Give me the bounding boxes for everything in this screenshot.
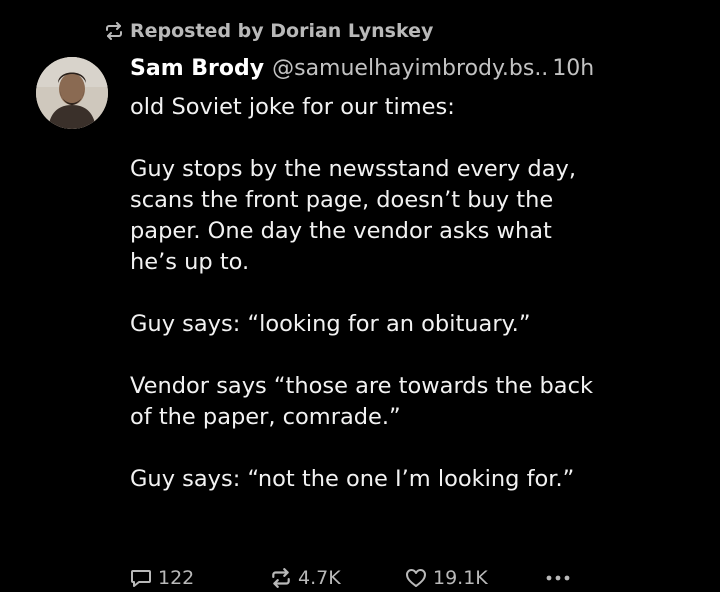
post-line: scans the front page, doesn’t buy the [130,187,554,213]
post-line: Vendor says “those are towards the back [130,373,593,399]
heart-icon [405,568,427,588]
post-paragraph: Guy stops by the newsstand every day, sc… [130,154,710,278]
post-header: Sam Brody @samuelhayimbrody.bs.. 10h [130,56,594,88]
post-line: Guy says: “not the one I’m looking for.” [130,466,575,492]
more-options-button[interactable] [545,574,571,582]
author-name[interactable]: Sam Brody [130,56,264,81]
reply-count: 122 [158,567,195,589]
post-line: Guy says: “looking for an obituary.” [130,311,531,337]
avatar[interactable] [36,57,108,129]
post-line: paper. One day the vendor asks what [130,218,552,244]
like-count: 19.1K [433,567,488,589]
post-paragraph: Guy says: “not the one I’m looking for.” [130,464,710,495]
repost-icon [270,568,292,588]
post-line: of the paper, comrade.” [130,404,401,430]
repost-label[interactable]: Reposted by Dorian Lynskey [130,20,433,42]
repost-indicator[interactable]: Reposted by Dorian Lynskey [104,18,433,44]
more-icon [545,574,571,582]
reply-icon [130,568,152,588]
post-actions: 122 4.7K 19.1K [130,564,571,592]
post-timestamp[interactable]: 10h [552,56,594,81]
post-paragraph: Vendor says “those are towards the back … [130,371,710,433]
post-text: old Soviet joke for our times: Guy stops… [130,92,710,526]
reply-button[interactable]: 122 [130,567,270,589]
post-line: he’s up to. [130,249,250,275]
repost-count: 4.7K [298,567,341,589]
repost-icon [104,22,124,40]
author-handle[interactable]: @samuelhayimbrody.bs.. [272,56,548,81]
like-button[interactable]: 19.1K [405,567,545,589]
post-paragraph: Guy says: “looking for an obituary.” [130,309,710,340]
post-line: old Soviet joke for our times: [130,94,455,120]
post-paragraph: old Soviet joke for our times: [130,92,710,123]
repost-button[interactable]: 4.7K [270,567,405,589]
post-line: Guy stops by the newsstand every day, [130,156,576,182]
